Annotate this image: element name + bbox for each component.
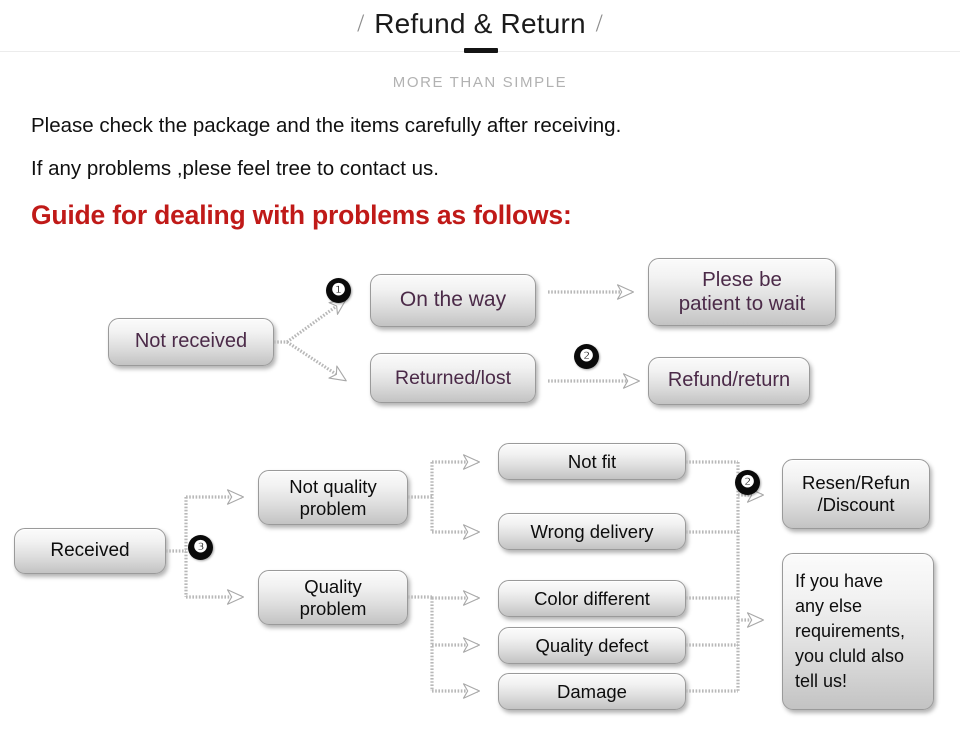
node-not-received[interactable]: Not received [108, 318, 274, 366]
step-badge-3: ❸ [188, 535, 213, 560]
intro-line-2: If any problems ,plese feel tree to cont… [31, 157, 439, 180]
node-resend-refund-discount[interactable]: Resen/Refun /Discount [782, 459, 930, 529]
node-not-quality-problem-label: Not quality problem [289, 475, 377, 519]
node-refund-return-label: Refund/return [667, 369, 791, 392]
node-received[interactable]: Received [14, 528, 166, 574]
node-quality-problem-label: Quality problem [299, 575, 367, 619]
refund-return-page: / Refund & Return / MORE THAN SIMPLE Pleas… [0, 0, 960, 734]
header-accent-bar [464, 48, 498, 53]
node-other-requirements-label: If you have any else requirements, you c… [795, 571, 906, 691]
node-quality-defect-label: Quality defect [535, 634, 649, 656]
node-quality-problem[interactable]: Quality problem [258, 570, 408, 625]
step-badge-1: ❶ [326, 278, 351, 303]
node-wrong-delivery[interactable]: Wrong delivery [498, 513, 686, 550]
node-wrong-delivery-label: Wrong delivery [530, 520, 654, 542]
node-refund-return[interactable]: Refund/return [648, 357, 810, 405]
node-returned-lost-label: Returned/lost [395, 366, 511, 389]
step-badge-2-bottom: ❷ [735, 470, 760, 495]
node-not-received-label: Not received [134, 330, 248, 353]
node-quality-defect[interactable]: Quality defect [498, 627, 686, 664]
node-on-the-way[interactable]: On the way [370, 274, 536, 327]
page-title: Refund & Return [374, 8, 586, 39]
node-not-fit-label: Not fit [567, 450, 617, 472]
node-please-be-patient-label: Plese be patient to wait [678, 267, 806, 315]
node-returned-lost[interactable]: Returned/lost [370, 353, 536, 403]
title-slash-left: / [357, 10, 365, 37]
title-slash-right: / [595, 10, 603, 37]
node-received-label: Received [50, 539, 130, 561]
intro-line-1: Please check the package and the items c… [31, 114, 622, 137]
node-color-different[interactable]: Color different [498, 580, 686, 617]
node-resend-refund-discount-label: Resen/Refun /Discount [802, 472, 910, 515]
node-on-the-way-label: On the way [399, 288, 507, 312]
page-header: / Refund & Return / [0, 8, 960, 40]
node-not-fit[interactable]: Not fit [498, 443, 686, 480]
node-other-requirements[interactable]: If you have any else requirements, you c… [782, 553, 934, 710]
node-not-quality-problem[interactable]: Not quality problem [258, 470, 408, 525]
node-please-be-patient[interactable]: Plese be patient to wait [648, 258, 836, 326]
node-damage[interactable]: Damage [498, 673, 686, 710]
node-color-different-label: Color different [534, 587, 650, 609]
guide-heading: Guide for dealing with problems as follo… [31, 200, 572, 230]
step-badge-2-top: ❷ [574, 344, 599, 369]
page-subtitle: MORE THAN SIMPLE [392, 74, 568, 91]
node-damage-label: Damage [557, 680, 627, 702]
